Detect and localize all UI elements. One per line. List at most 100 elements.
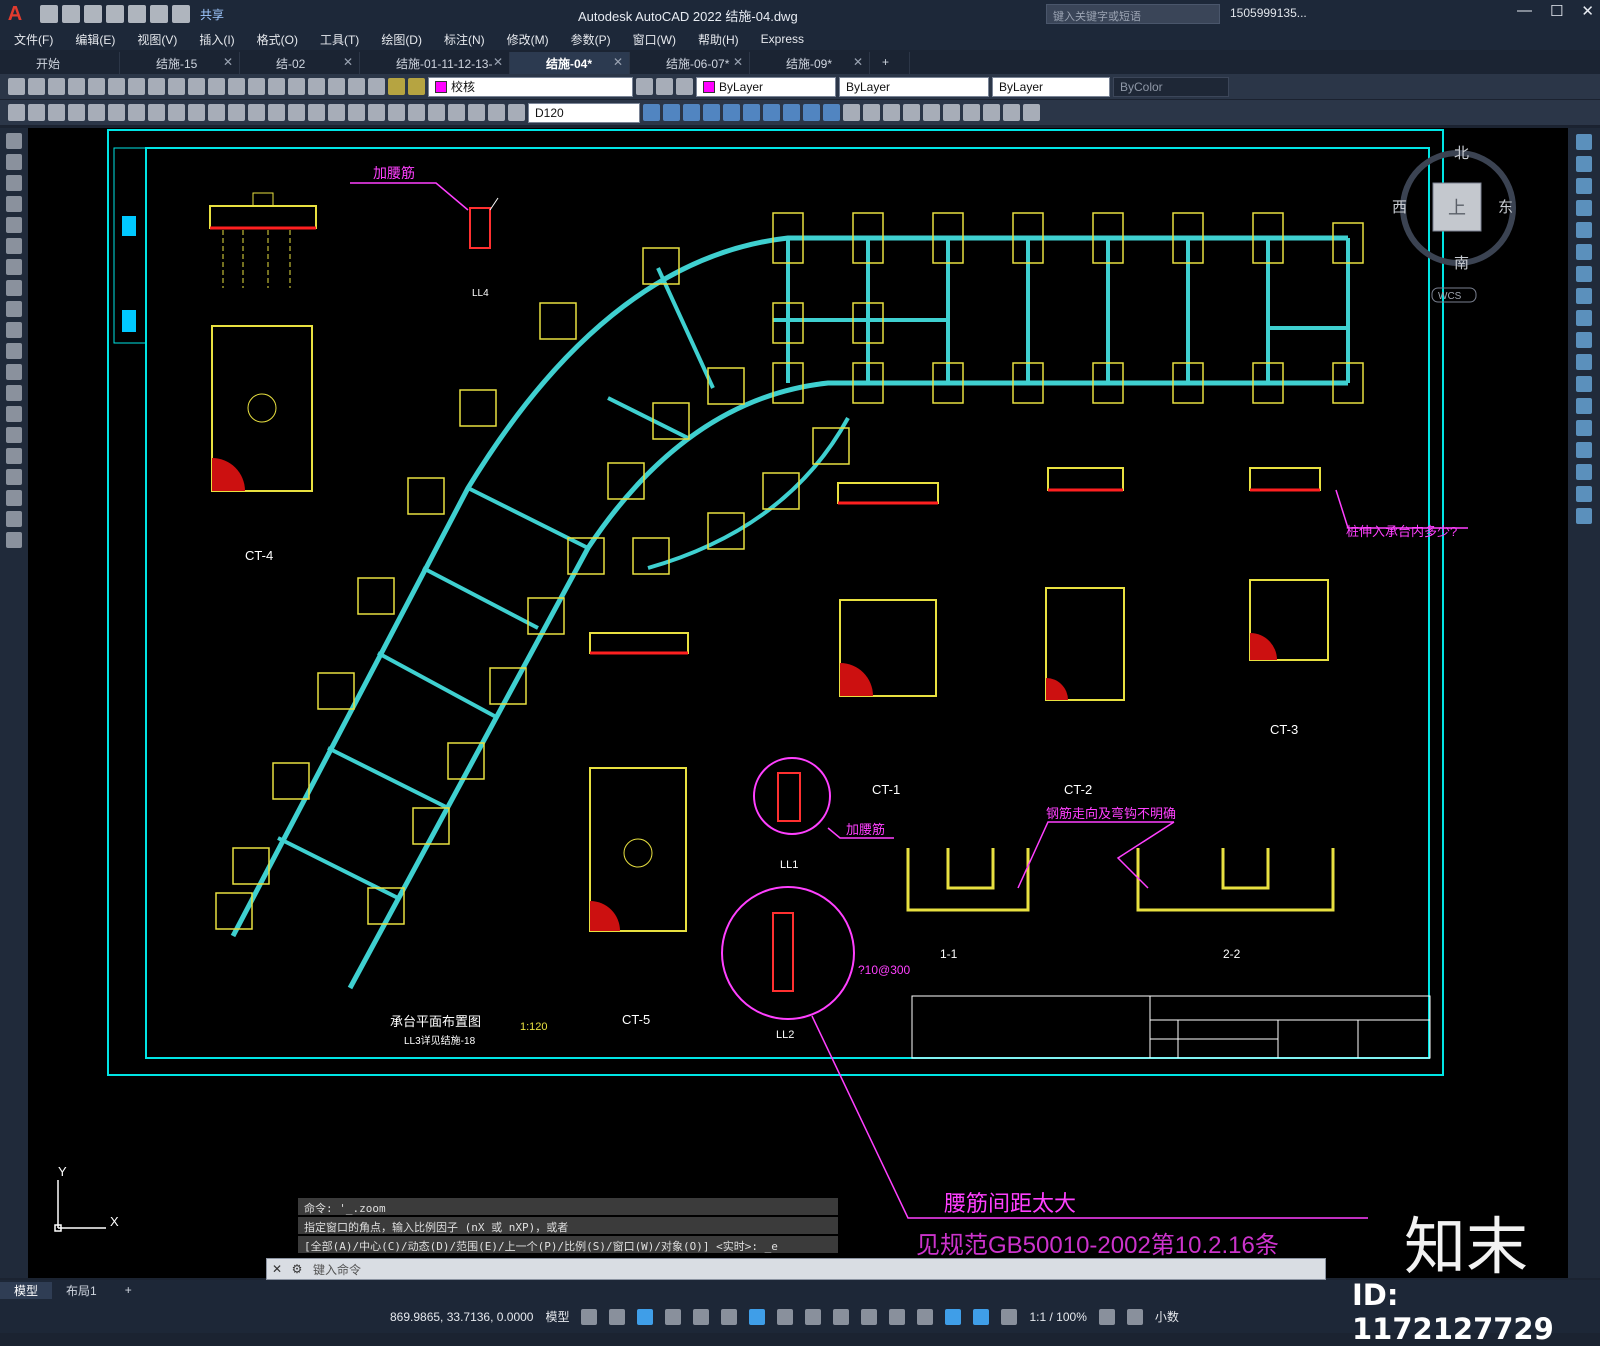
arc-dim-icon[interactable] bbox=[48, 104, 65, 121]
menu-edit[interactable]: 编辑(E) bbox=[75, 31, 115, 48]
coordinates-readout[interactable]: 869.9865, 33.7136, 0.0000 bbox=[390, 1310, 533, 1324]
viewcube-north[interactable]: 北 bbox=[1454, 145, 1469, 162]
view-bottom-icon[interactable] bbox=[663, 104, 680, 121]
line-icon[interactable] bbox=[6, 133, 22, 149]
save-icon[interactable] bbox=[48, 78, 65, 95]
search-input[interactable]: 键入关键字或短语 bbox=[1046, 4, 1220, 24]
undo-icon[interactable] bbox=[188, 78, 205, 95]
angular-dim-icon[interactable] bbox=[128, 104, 145, 121]
tab-layout1[interactable]: 布局1 bbox=[52, 1282, 111, 1299]
view-right-icon[interactable] bbox=[703, 104, 720, 121]
layer-freeze-icon[interactable] bbox=[408, 78, 425, 95]
diameter-dim-icon[interactable] bbox=[108, 104, 125, 121]
new-icon[interactable] bbox=[8, 78, 25, 95]
ellipse-arc-icon[interactable] bbox=[6, 343, 22, 359]
viewcube-east[interactable]: 东 bbox=[1498, 199, 1513, 216]
point-icon[interactable] bbox=[6, 406, 22, 422]
dimstyle-combo[interactable]: D120 bbox=[528, 102, 640, 123]
paste-icon[interactable] bbox=[168, 78, 185, 95]
drawing-canvas[interactable]: 加腰筋 加腰筋 桩伸入承台内多少? 钢筋走向及弯钩不明确 腰筋间距太大 见规范G… bbox=[28, 128, 1568, 1278]
insert-block-icon[interactable] bbox=[6, 364, 22, 380]
selection-filter-icon[interactable] bbox=[917, 1308, 934, 1325]
undo-icon[interactable] bbox=[150, 5, 168, 23]
tab-start[interactable]: 开始 bbox=[0, 52, 120, 74]
tool-palette-icon[interactable] bbox=[308, 78, 325, 95]
share-button[interactable]: 共享 bbox=[200, 6, 224, 23]
menu-dimension[interactable]: 标注(N) bbox=[444, 31, 485, 48]
plot-icon[interactable] bbox=[128, 5, 146, 23]
ellipse-icon[interactable] bbox=[6, 322, 22, 338]
leader-icon[interactable] bbox=[328, 104, 345, 121]
revcloud-icon[interactable] bbox=[6, 280, 22, 296]
redo-icon[interactable] bbox=[208, 78, 225, 95]
rectangle-icon[interactable] bbox=[6, 217, 22, 233]
new-file-icon[interactable] bbox=[40, 5, 58, 23]
inspect-dim-icon[interactable] bbox=[388, 104, 405, 121]
tab-file[interactable]: 结施-06-07* ✕ bbox=[630, 52, 750, 74]
menu-format[interactable]: 格式(O) bbox=[257, 31, 298, 48]
ucs-world-icon[interactable] bbox=[863, 104, 880, 121]
arc-icon[interactable] bbox=[6, 238, 22, 254]
stretch-icon[interactable] bbox=[1576, 310, 1592, 326]
grid-icon[interactable] bbox=[581, 1308, 598, 1325]
copy-object-icon[interactable] bbox=[1576, 156, 1592, 172]
cut-icon[interactable] bbox=[128, 78, 145, 95]
circle-icon[interactable] bbox=[6, 259, 22, 275]
tab-model[interactable]: 模型 bbox=[0, 1281, 53, 1299]
make-block-icon[interactable] bbox=[6, 385, 22, 401]
snap-icon[interactable] bbox=[609, 1308, 626, 1325]
break-icon[interactable] bbox=[1576, 398, 1592, 414]
tab-file-active[interactable]: 结施-04* ✕ bbox=[510, 52, 630, 74]
chamfer-icon[interactable] bbox=[1576, 442, 1592, 458]
properties-icon[interactable] bbox=[268, 78, 285, 95]
preview-icon[interactable] bbox=[88, 78, 105, 95]
dim-text-edit-icon[interactable] bbox=[268, 104, 285, 121]
polyline-icon[interactable] bbox=[6, 175, 22, 191]
table-icon[interactable] bbox=[6, 490, 22, 506]
annotation-scale[interactable]: 1:1 / 100% bbox=[1029, 1310, 1086, 1324]
zoom-icon[interactable] bbox=[248, 78, 265, 95]
linear-dim-icon[interactable] bbox=[8, 104, 25, 121]
menu-file[interactable]: 文件(F) bbox=[14, 31, 53, 48]
break-point-icon[interactable] bbox=[1576, 376, 1592, 392]
tab-file[interactable]: 结施-01-11-12-13-14✕ bbox=[360, 52, 510, 86]
scale-icon[interactable] bbox=[1576, 288, 1592, 304]
radius-dim-icon[interactable] bbox=[88, 104, 105, 121]
view-back-icon[interactable] bbox=[743, 104, 760, 121]
add-selected-icon[interactable] bbox=[6, 532, 22, 548]
polar-icon[interactable] bbox=[665, 1308, 682, 1325]
close-icon[interactable]: ✕ bbox=[223, 55, 233, 69]
mirror-icon[interactable] bbox=[1576, 178, 1592, 194]
join-icon[interactable] bbox=[1576, 420, 1592, 436]
layer-on-icon[interactable] bbox=[388, 78, 405, 95]
menu-window[interactable]: 窗口(W) bbox=[633, 31, 676, 48]
space-dim-icon[interactable] bbox=[408, 104, 425, 121]
reassociate-icon[interactable] bbox=[468, 104, 485, 121]
close-icon[interactable]: ✕ bbox=[853, 55, 863, 69]
tab-file[interactable]: 结施-15 ✕ bbox=[120, 52, 240, 74]
3d-osnap-icon[interactable] bbox=[861, 1308, 878, 1325]
ucs-origin-icon[interactable] bbox=[963, 104, 980, 121]
print-icon[interactable] bbox=[68, 78, 85, 95]
wcs-label[interactable]: WCS bbox=[1438, 291, 1462, 302]
command-input[interactable]: 键入命令 bbox=[307, 1261, 361, 1278]
extend-icon[interactable] bbox=[1576, 354, 1592, 370]
trim-icon[interactable] bbox=[1576, 332, 1592, 348]
color-combo[interactable]: ByLayer bbox=[696, 76, 836, 97]
object-snap-icon[interactable] bbox=[749, 1308, 766, 1325]
open-file-icon[interactable] bbox=[62, 5, 80, 23]
workspace-icon[interactable] bbox=[1098, 1308, 1115, 1325]
layer-combo[interactable]: 校核 bbox=[428, 76, 633, 97]
linetype-combo[interactable]: ByLayer bbox=[839, 76, 989, 97]
copy-icon[interactable] bbox=[148, 78, 165, 95]
rotate-icon[interactable] bbox=[1576, 266, 1592, 282]
dim-edit-icon[interactable] bbox=[248, 104, 265, 121]
hatch-icon[interactable] bbox=[6, 427, 22, 443]
make-current-icon[interactable] bbox=[656, 78, 673, 95]
oblique-icon[interactable] bbox=[428, 104, 445, 121]
tab-file[interactable]: 结-02 ✕ bbox=[240, 52, 360, 74]
explode-icon[interactable] bbox=[1576, 508, 1592, 524]
dim-stretch-icon[interactable] bbox=[508, 104, 525, 121]
view-nw-icon[interactable] bbox=[823, 104, 840, 121]
ucs-icon[interactable] bbox=[843, 104, 860, 121]
